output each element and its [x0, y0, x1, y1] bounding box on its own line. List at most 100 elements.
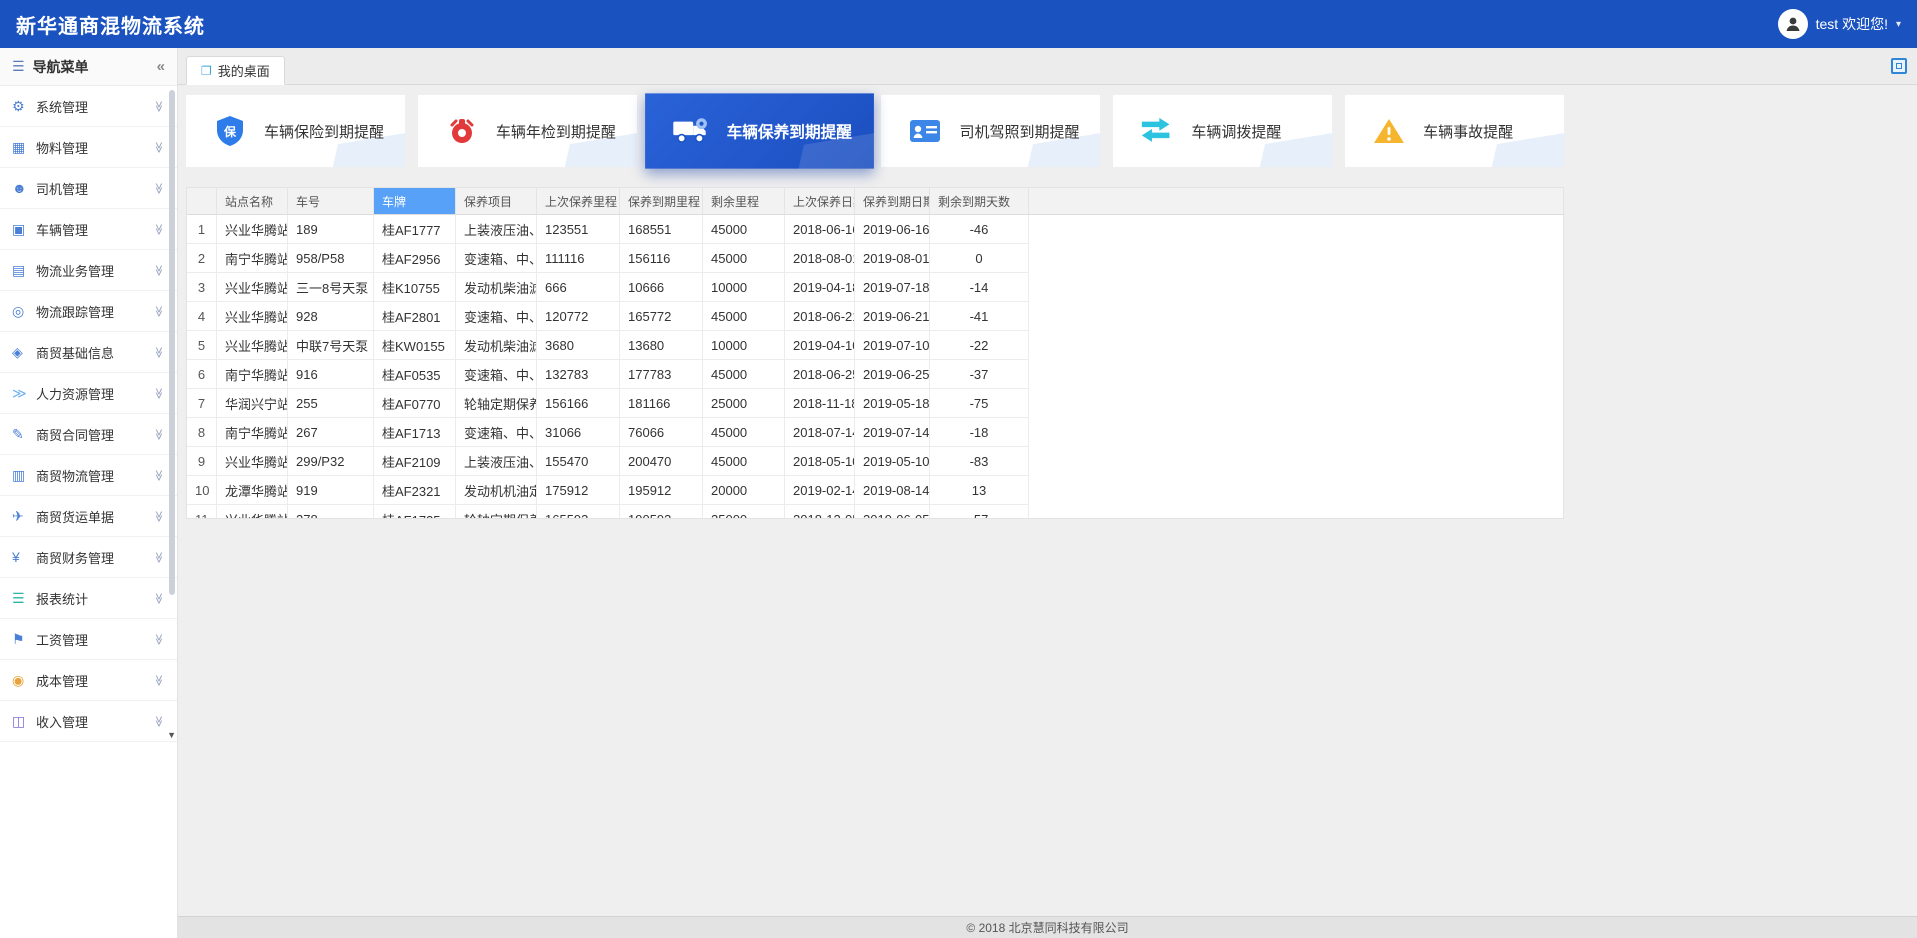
row-index: 6	[187, 360, 217, 389]
cell-1: 278	[288, 505, 374, 519]
cell-3: 发动机机油定期保养	[456, 476, 537, 505]
column-header-7[interactable]: 上次保养日期	[785, 188, 855, 215]
cell-7: 2018-06-16	[785, 215, 855, 244]
table-row[interactable]: 6南宁华腾站916桂AF0535变速箱、中、后桥1327831777834500…	[187, 360, 1563, 389]
collapse-sidebar-icon[interactable]: «	[157, 58, 165, 75]
user-menu[interactable]: test 欢迎您! ▾	[1778, 9, 1901, 39]
tab-my-desktop[interactable]: ❐ 我的桌面	[186, 56, 285, 85]
sidebar-scrollbar[interactable]	[169, 90, 175, 595]
sidebar-item-logistics-biz[interactable]: ▤物流业务管理≫	[0, 250, 177, 291]
maintenance-table: 站点名称车号车牌保养项目上次保养里程保养到期里程剩余里程上次保养日期保养到期日期…	[187, 188, 1563, 519]
card-transfer[interactable]: 车辆调拨提醒	[1113, 95, 1332, 167]
cell-1: 三一8号天泵	[288, 273, 374, 302]
sidebar-item-income[interactable]: ◫收入管理≫	[0, 701, 177, 742]
chevron-expand-icon: ≫	[153, 592, 166, 604]
table-row[interactable]: 3兴业华腾站三一8号天泵桂K10755发动机柴油滤芯66610666100002…	[187, 273, 1563, 302]
cell-5: 168551	[620, 215, 703, 244]
column-header-3[interactable]: 保养项目	[456, 188, 537, 215]
cell-2: 桂AF2801	[374, 302, 456, 331]
card-accident[interactable]: 车辆事故提醒	[1345, 95, 1564, 167]
chevron-expand-icon: ≫	[153, 223, 166, 235]
row-index: 1	[187, 215, 217, 244]
table-row[interactable]: 7华润兴宁站255桂AF0770轮轴定期保养156166181166250002…	[187, 389, 1563, 418]
cell-0: 南宁华腾站	[217, 244, 288, 273]
sidebar-item-tracking[interactable]: ◎物流跟踪管理≫	[0, 291, 177, 332]
transfer-arrows-icon	[1139, 113, 1175, 149]
maintenance-table-wrap[interactable]: 站点名称车号车牌保养项目上次保养里程保养到期里程剩余里程上次保养日期保养到期日期…	[186, 187, 1564, 519]
table-row[interactable]: 9兴业华腾站299/P32桂AF2109上装液压油、滤芯155470200470…	[187, 447, 1563, 476]
chevron-expand-icon: ≫	[153, 428, 166, 440]
card-label: 车辆保险到期提醒	[264, 121, 384, 142]
column-header-6[interactable]: 剩余里程	[703, 188, 785, 215]
card-insurance[interactable]: 保 车辆保险到期提醒	[186, 95, 405, 167]
business-icon: ▤	[12, 262, 36, 279]
sidebar-item-material[interactable]: ▦物料管理≫	[0, 127, 177, 168]
fullscreen-icon[interactable]	[1891, 58, 1907, 74]
cell-2: 桂AF0770	[374, 389, 456, 418]
cell-6: 10000	[703, 331, 785, 360]
sidebar-item-label: 报表统计	[36, 589, 153, 608]
table-row[interactable]: 4兴业华腾站928桂AF2801变速箱、中、后桥1207721657724500…	[187, 302, 1563, 331]
cell-9: 13	[930, 476, 1029, 505]
cell-7: 2019-04-10	[785, 331, 855, 360]
sidebar-item-contract[interactable]: ✎商贸合同管理≫	[0, 414, 177, 455]
reminder-cards: 保 车辆保险到期提醒 车辆年检到期提醒车辆保养到期提醒司机驾照到期提醒车辆调拨提醒车…	[186, 95, 1564, 167]
cell-5: 13680	[620, 331, 703, 360]
cell-0: 兴业华腾站	[217, 302, 288, 331]
sidebar-item-label: 商贸合同管理	[36, 425, 153, 444]
table-row[interactable]: 1兴业华腾站189桂AF1777上装液压油、滤芯1235511685514500…	[187, 215, 1563, 244]
cell-6: 45000	[703, 447, 785, 476]
card-license[interactable]: 司机驾照到期提醒	[881, 95, 1100, 167]
chevron-expand-icon: ≫	[153, 264, 166, 276]
cell-7: 2019-02-14	[785, 476, 855, 505]
cell-9: -41	[930, 302, 1029, 331]
column-header-1[interactable]: 车号	[288, 188, 374, 215]
column-header-5[interactable]: 保养到期里程	[620, 188, 703, 215]
sidebar-item-trade-logistics[interactable]: ▥商贸物流管理≫	[0, 455, 177, 496]
sidebar-item-freight-doc[interactable]: ✈商贸货运单据≫	[0, 496, 177, 537]
sidebar-item-salary[interactable]: ⚑工资管理≫	[0, 619, 177, 660]
table-row[interactable]: 10龙潭华腾站919桂AF2321发动机机油定期保养17591219591220…	[187, 476, 1563, 505]
table-row[interactable]: 11兴业华腾站278桂AF1735轮轴定期保养16559319059325000…	[187, 505, 1563, 519]
card-maintenance[interactable]: 车辆保养到期提醒	[645, 93, 874, 168]
tab-label: 我的桌面	[218, 61, 270, 80]
column-header-9[interactable]: 剩余到期天数	[930, 188, 1029, 215]
svg-text:保: 保	[223, 124, 237, 139]
cell-4: 175912	[537, 476, 620, 505]
cell-5: 177783	[620, 360, 703, 389]
chevron-expand-icon: ≫	[153, 305, 166, 317]
column-header-2[interactable]: 车牌	[374, 188, 456, 215]
sidebar-item-driver[interactable]: ☻司机管理≫	[0, 168, 177, 209]
cell-6: 10000	[703, 273, 785, 302]
cell-filler	[1029, 331, 1563, 360]
sidebar-item-report[interactable]: ☰报表统计≫	[0, 578, 177, 619]
row-index: 10	[187, 476, 217, 505]
sidebar-scroll-down-icon[interactable]: ▼	[167, 730, 176, 740]
sidebar-item-trade-info[interactable]: ◈商贸基础信息≫	[0, 332, 177, 373]
column-header-4[interactable]: 上次保养里程	[537, 188, 620, 215]
contract-icon: ✎	[12, 426, 36, 443]
cell-7: 2018-11-18	[785, 389, 855, 418]
cell-7: 2018-05-10	[785, 447, 855, 476]
footer-text: © 2018 北京慧同科技有限公司	[966, 919, 1128, 936]
cell-5: 10666	[620, 273, 703, 302]
sidebar-item-vehicle[interactable]: ▣车辆管理≫	[0, 209, 177, 250]
cell-0: 龙潭华腾站	[217, 476, 288, 505]
cell-filler	[1029, 476, 1563, 505]
table-row[interactable]: 5兴业华腾站中联7号天泵桂KW0155发动机柴油滤芯36801368010000…	[187, 331, 1563, 360]
table-row[interactable]: 2南宁华腾站958/P58桂AF2956变速箱、中、后桥111116156116…	[187, 244, 1563, 273]
sidebar-header: ☰ 导航菜单 «	[0, 48, 177, 86]
report-icon: ☰	[12, 590, 36, 607]
column-header-8[interactable]: 保养到期日期	[855, 188, 930, 215]
sidebar-item-finance[interactable]: ¥商贸财务管理≫	[0, 537, 177, 578]
cell-9: -83	[930, 447, 1029, 476]
cell-3: 上装液压油、滤芯	[456, 215, 537, 244]
column-header-0[interactable]: 站点名称	[217, 188, 288, 215]
sidebar-item-system[interactable]: ⚙系统管理≫	[0, 86, 177, 127]
truck-maintenance-icon	[672, 112, 710, 150]
card-inspection[interactable]: 车辆年检到期提醒	[418, 95, 637, 167]
cell-8: 2019-05-18	[855, 389, 930, 418]
table-row[interactable]: 8南宁华腾站267桂AF1713变速箱、中、后桥3106676066450002…	[187, 418, 1563, 447]
sidebar-item-cost[interactable]: ◉成本管理≫	[0, 660, 177, 701]
sidebar-item-hr[interactable]: ≫人力资源管理≫	[0, 373, 177, 414]
